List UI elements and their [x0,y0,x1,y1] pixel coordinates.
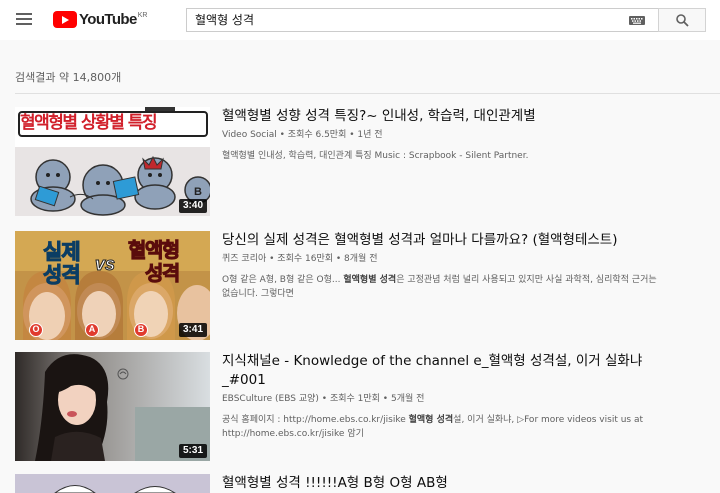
keyboard-icon[interactable] [629,16,645,25]
video-title[interactable]: 당신의 실제 성격은 혈액형별 성격과 얼마나 다를까요? (혈액형테스트) [222,231,662,250]
logo-text: YouTube [79,11,137,28]
video-info: 혈액형별 성격 !!!!!!A형 B형 O형 AB형 [222,474,662,493]
video-title[interactable]: 혈액형별 성격 !!!!!!A형 B형 O형 AB형 [222,474,662,493]
search-button[interactable] [658,8,706,32]
blood-type-badge: A [85,323,99,337]
video-info: 지식채널e - Knowledge of the channel e_혈액형 성… [222,352,662,441]
channel-name[interactable]: 퀴즈 코리아 [222,254,266,264]
view-count: 조회수 6.5만회 [287,130,347,140]
logo-region: KR [137,12,148,19]
thumbnail-text: 혈액형별 상황별 특징 [20,113,158,133]
upload-age: 8개월 전 [344,254,378,264]
video-description: O형 같은 A형, B형 같은 O형... 혈액형별 성격은 고정관념 처럼 널… [222,275,657,299]
view-count: 조회수 1만회 [329,394,380,404]
video-thumbnail[interactable]: 실제 성격 vs 혈액형 성격 O A B 3:41 [15,231,210,340]
youtube-logo[interactable]: YouTube KR [53,11,147,29]
video-meta: 퀴즈 코리아 • 조회수 16만회 • 8개월 전 [222,254,378,264]
video-info: 당신의 실제 성격은 혈액형별 성격과 얼마나 다를까요? (혈액형테스트) 퀴… [222,231,662,301]
thumbnail-vs-text: vs [94,254,116,275]
video-info: 혈액형별 성향 성격 특징?~ 인내성, 학습력, 대인관계별 Video So… [222,107,662,163]
view-count: 조회수 16만회 [277,254,334,264]
video-title[interactable]: 지식채널e - Knowledge of the channel e_혈액형 성… [222,352,662,390]
video-description: 공식 홈페이지 : http://home.ebs.co.kr/jisike 혈… [222,415,644,439]
thumbnail-text: 성격 [145,261,181,285]
thumbnail-text: 성격 [43,263,82,287]
search-icon [676,14,689,27]
duration-badge: 3:40 [178,199,207,213]
video-meta: Video Social • 조회수 6.5만회 • 1년 전 [222,130,383,140]
svg-text:B: B [194,186,202,198]
search-input[interactable] [195,9,615,31]
video-description: 혈액형별 인내성, 학습력, 대인관계 특징 Music : Scrapbook… [222,151,529,161]
result-count: 검색결과 약 14,800개 [15,71,122,84]
blood-type-badge: B [134,323,148,337]
blood-type-badge: O [29,323,43,337]
video-title[interactable]: 혈액형별 성향 성격 특징?~ 인내성, 학습력, 대인관계별 [222,107,662,126]
duration-badge: 5:31 [178,444,207,458]
thumbnail-text: 실제 [43,240,82,264]
video-thumbnail[interactable]: 5:31 [15,352,210,461]
video-thumbnail[interactable] [15,474,210,493]
channel-name[interactable]: EBSCulture (EBS 교양) [222,394,319,404]
menu-icon[interactable] [16,12,34,28]
divider [15,93,720,94]
search-box [186,8,658,32]
upload-age: 1년 전 [357,130,383,140]
channel-name[interactable]: Video Social [222,130,277,140]
duration-badge: 3:41 [178,323,207,337]
video-result[interactable]: B 혈액형별 상황별 특징 3:40 혈액형별 성향 성격 특징?~ 인내성, … [15,107,720,217]
thumbnail-art [15,474,210,493]
thumbnail-text: 혈액형 [128,238,181,262]
video-result[interactable]: 혈액형별 성격 !!!!!!A형 B형 O형 AB형 [15,474,720,493]
masthead: YouTube KR [0,0,720,40]
video-meta: EBSCulture (EBS 교양) • 조회수 1만회 • 5개월 전 [222,394,425,404]
upload-age: 5개월 전 [390,394,425,404]
video-result[interactable]: 실제 성격 vs 혈액형 성격 O A B 3:41 당신의 실제 성격은 혈액… [15,231,720,341]
youtube-logo-icon [53,11,77,28]
video-result[interactable]: 5:31 지식채널e - Knowledge of the channel e_… [15,352,720,462]
video-thumbnail[interactable]: B 혈액형별 상황별 특징 3:40 [15,107,210,216]
